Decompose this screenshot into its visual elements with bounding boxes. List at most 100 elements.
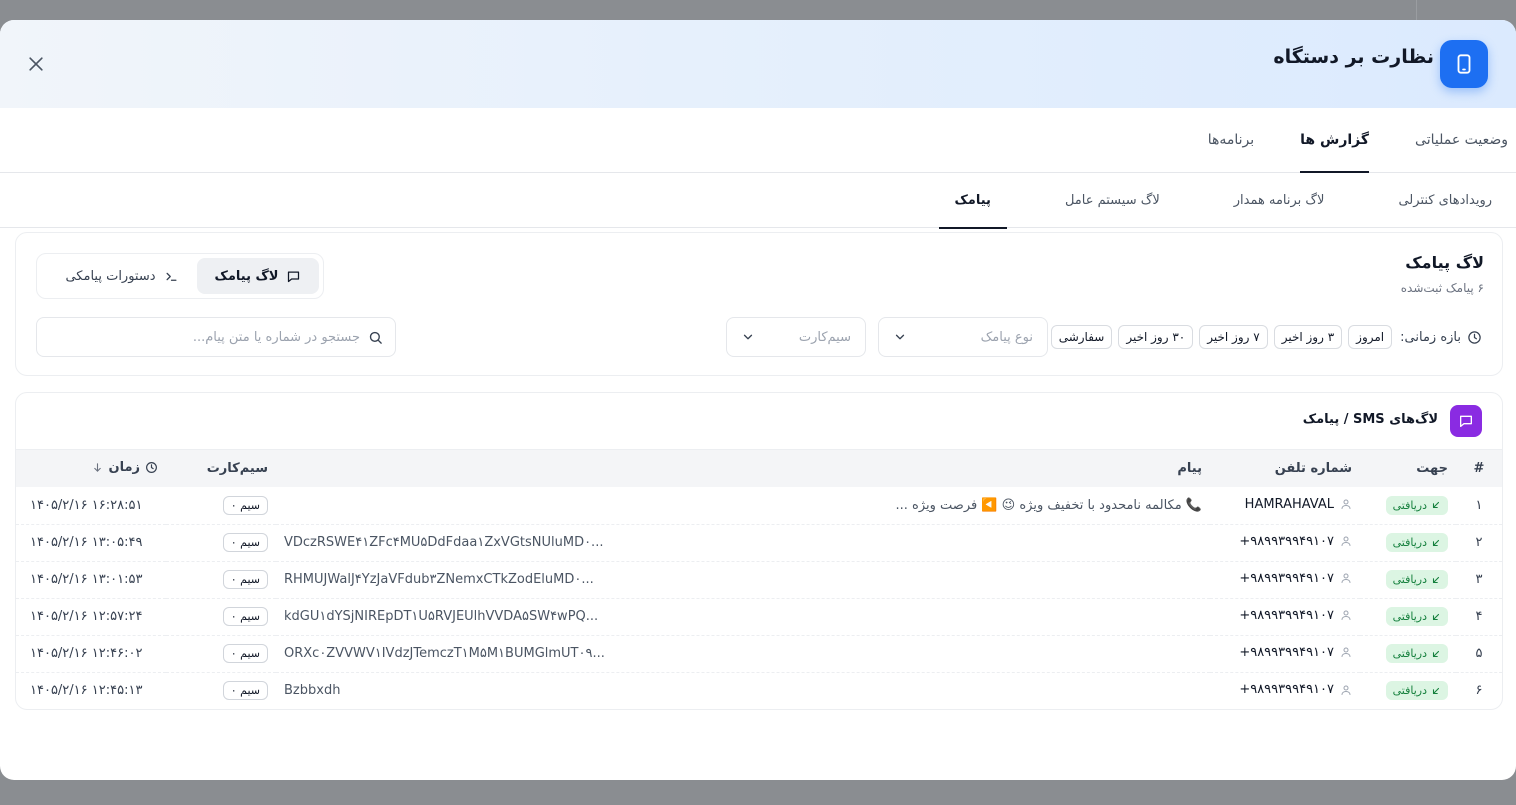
row-time: ۱۴۰۵/۲/۱۶ ۱۳:۰۱:۵۳ xyxy=(30,572,143,587)
tab-operational-status[interactable]: وضعیت عملیاتی xyxy=(1415,107,1508,172)
arrow-down-left-icon xyxy=(1432,613,1440,620)
direction-label: دریافتی xyxy=(1392,610,1427,623)
subtab-control-events[interactable]: رویدادهای کنترلی xyxy=(1382,173,1492,228)
time-chip-custom[interactable]: سفارشی xyxy=(1050,325,1113,349)
direction-label: دریافتی xyxy=(1392,684,1427,698)
row-index: ۴ xyxy=(1475,609,1483,624)
row-message: VDczRSWE۴۱ZFc۴MU۵DdFdaa۱ZxVGtsNUluMD۰... xyxy=(284,535,604,550)
sub-tabs: رویدادهای کنترلی لاگ برنامه همدار لاگ سی… xyxy=(0,173,1516,229)
sms-log-segment-button[interactable]: لاگ پیامک xyxy=(197,258,319,294)
time-range-filter: بازه زمانی: امروز ۳ روز اخیر ۷ روز اخیر … xyxy=(1050,325,1482,349)
row-direction: دریافتی xyxy=(1360,598,1456,635)
phone-number: +۹۸۹۹۳۹۹۴۹۱۰۷ xyxy=(1239,533,1334,549)
row-sim: سیم ۰ xyxy=(166,672,276,709)
row-index: ۶ xyxy=(1475,683,1483,699)
close-button[interactable] xyxy=(22,50,50,78)
direction-label: دریافتی xyxy=(1392,498,1427,512)
incoming-badge: دریافتی xyxy=(1385,495,1448,515)
sms-log-segment-label: لاگ پیامک xyxy=(214,268,279,284)
row-time: ۱۴۰۵/۲/۱۶ ۱۲:۵۷:۲۴ xyxy=(30,609,143,624)
modal-header: نظارت بر دستگاه xyxy=(0,20,1516,108)
chevron-down-icon xyxy=(743,334,753,340)
row-direction: دریافتی xyxy=(1360,635,1456,672)
phone-number: +۹۸۹۹۳۹۹۴۹۱۰۷ xyxy=(1239,682,1334,697)
row-direction: دریافتی xyxy=(1360,487,1456,524)
row-sim: سیم ۰ xyxy=(166,487,276,524)
row-sim: سیم ۰ xyxy=(166,635,276,672)
search-input[interactable] xyxy=(49,329,360,345)
sort-down-icon xyxy=(94,462,102,472)
table-row[interactable]: ۲ دریافتی +۹۸۹۹۳۹۹۴۹۱۰۷ VDczRSWE۴۱ZFc۴MU… xyxy=(16,524,1502,561)
arrow-down-left-icon xyxy=(1432,650,1440,657)
row-index: ۵ xyxy=(1475,646,1483,661)
message-type-placeholder: نوع پیامک xyxy=(980,329,1033,345)
table-row[interactable]: ۳ دریافتی +۹۸۹۹۳۹۹۴۹۱۰۷ RHMUJWalJ۴YzJaVF… xyxy=(16,561,1502,598)
row-message: 📞 مکالمه نامحدود با تخفیف ویژه 😉 ◀️ فرصت… xyxy=(895,497,1202,513)
row-sim: سیم ۰ xyxy=(166,561,276,598)
subtab-sms[interactable]: پیامک xyxy=(938,173,1008,229)
sms-filter-card: لاگ پیامک ۶ پیامک ثبت‌شده لاگ پیامک دستو… xyxy=(15,232,1503,376)
row-phone: +۹۸۹۹۳۹۹۴۹۱۰۷ xyxy=(1210,598,1360,635)
direction-label: دریافتی xyxy=(1392,573,1427,586)
modal-title: نظارت بر دستگاه xyxy=(1273,46,1434,68)
search-box xyxy=(36,317,396,357)
incoming-badge: دریافتی xyxy=(1385,533,1448,552)
row-phone: HAMRAHAVAL xyxy=(1210,487,1360,524)
sim-chip: سیم ۰ xyxy=(222,681,268,701)
row-direction: دریافتی xyxy=(1360,561,1456,598)
arrow-down-left-icon xyxy=(1432,687,1440,694)
incoming-badge: دریافتی xyxy=(1385,644,1448,663)
user-icon xyxy=(1341,499,1351,509)
time-chip-3-days[interactable]: ۳ روز اخیر xyxy=(1273,325,1343,349)
table-row[interactable]: ۶ دریافتی +۹۸۹۹۳۹۹۴۹۱۰۷ Bzbbxdh سیم ۰ ۱۴… xyxy=(16,672,1502,709)
sms-log-table: # جهت شماره تلفن پیام سیم‌کارت زمان xyxy=(16,450,1502,709)
row-time: ۱۴۰۵/۲/۱۶ ۱۳:۰۵:۴۹ xyxy=(30,535,143,550)
search-icon xyxy=(369,331,382,344)
incoming-badge: دریافتی xyxy=(1385,570,1448,589)
row-index: ۲ xyxy=(1475,535,1483,550)
sms-commands-segment-button[interactable]: دستورات پیامکی xyxy=(47,258,197,294)
subtab-app-log[interactable]: لاگ برنامه همدار xyxy=(1218,173,1341,228)
message-type-select[interactable]: نوع پیامک xyxy=(878,317,1048,357)
table-row[interactable]: ۵ دریافتی +۹۸۹۹۳۹۹۴۹۱۰۷ ORXc۰ZVVWV۱IVdzJ… xyxy=(16,635,1502,672)
sms-log-table-card: لاگ‌های SMS / پیامک # جهت شماره تلفن پیا… xyxy=(15,392,1503,710)
user-icon xyxy=(1341,573,1351,584)
subtab-os-log[interactable]: لاگ سیستم عامل xyxy=(1049,173,1176,228)
time-chip-today[interactable]: امروز xyxy=(1348,325,1393,349)
time-chip-7-days[interactable]: ۷ روز اخیر xyxy=(1199,325,1268,349)
col-time-header[interactable]: زمان xyxy=(16,450,166,487)
row-message: RHMUJWalJ۴YzJaVFdub۳ZNemxCTkZodEluMD۰... xyxy=(284,572,594,587)
message-square-icon xyxy=(1450,405,1482,437)
row-direction: دریافتی xyxy=(1360,672,1456,709)
table-row[interactable]: ۱ دریافتی HAMRAHAVAL 📞 مکالمه نامحدود با… xyxy=(16,487,1502,524)
tab-apps[interactable]: برنامه‌ها xyxy=(1208,107,1254,172)
col-time: زمان xyxy=(108,459,140,475)
time-chip-30-days[interactable]: ۳۰ روز اخیر xyxy=(1118,325,1194,349)
row-phone: +۹۸۹۹۳۹۹۴۹۱۰۷ xyxy=(1210,561,1360,598)
close-icon xyxy=(29,57,43,71)
col-message: پیام xyxy=(1177,461,1202,476)
row-time: ۱۴۰۵/۲/۱۶ ۱۲:۴۵:۱۳ xyxy=(30,683,143,699)
row-message: Bzbbxdh xyxy=(284,683,341,699)
sim-chip: سیم ۰ xyxy=(222,495,268,515)
row-index: ۱ xyxy=(1475,497,1483,513)
sim-select[interactable]: سیم‌کارت xyxy=(726,317,866,357)
arrow-down-left-icon xyxy=(1432,502,1440,509)
main-tabs: وضعیت عملیاتی گزارش ها برنامه‌ها xyxy=(0,108,1516,173)
sim-select-placeholder: سیم‌کارت xyxy=(798,329,851,345)
user-icon xyxy=(1341,536,1351,547)
incoming-badge: دریافتی xyxy=(1385,681,1448,701)
row-phone: +۹۸۹۹۳۹۹۴۹۱۰۷ xyxy=(1210,635,1360,672)
row-direction: دریافتی xyxy=(1360,524,1456,561)
tab-reports[interactable]: گزارش ها xyxy=(1300,107,1369,173)
table-header-row: # جهت شماره تلفن پیام سیم‌کارت زمان xyxy=(16,450,1502,487)
row-phone: +۹۸۹۹۳۹۹۴۹۱۰۷ xyxy=(1210,524,1360,561)
sim-chip: سیم ۰ xyxy=(222,533,268,552)
table-card-header: لاگ‌های SMS / پیامک xyxy=(16,393,1502,450)
direction-label: دریافتی xyxy=(1392,536,1427,549)
row-sim: سیم ۰ xyxy=(166,524,276,561)
col-sim: سیم‌کارت xyxy=(206,461,268,476)
sim-chip: سیم ۰ xyxy=(222,570,268,589)
table-row[interactable]: ۴ دریافتی +۹۸۹۹۳۹۹۴۹۱۰۷ kdGU۱dYSjNIREpDT… xyxy=(16,598,1502,635)
row-index: ۳ xyxy=(1475,572,1483,587)
